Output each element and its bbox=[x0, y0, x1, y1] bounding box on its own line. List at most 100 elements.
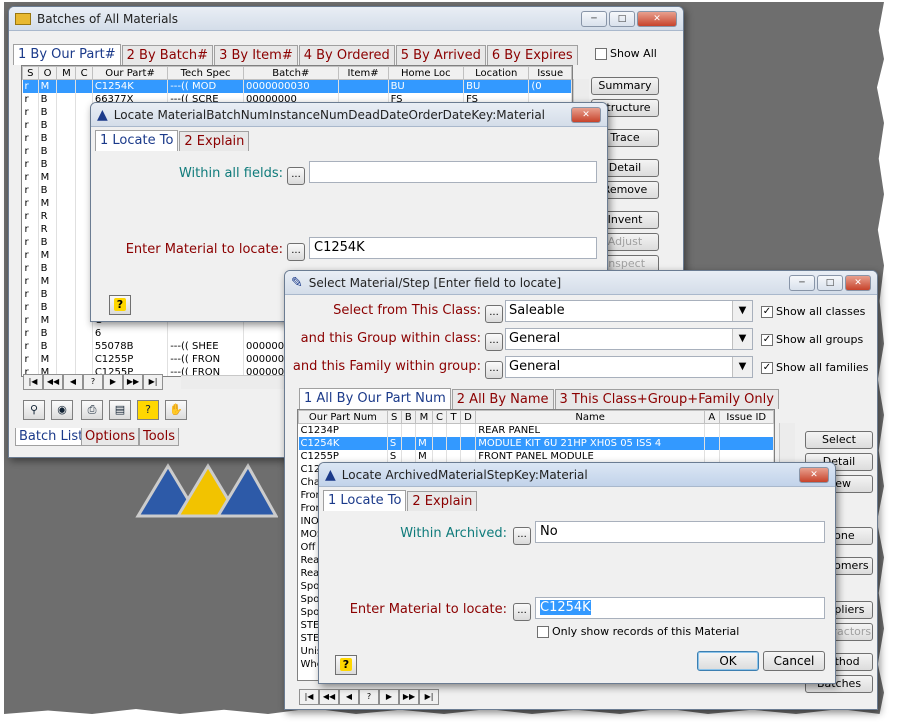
tab-tools[interactable]: Tools bbox=[139, 428, 180, 446]
column-header[interactable]: B bbox=[400, 410, 417, 424]
enter-material-field[interactable]: C1254K bbox=[309, 237, 597, 259]
tab-explain[interactable]: 2 Explain bbox=[179, 131, 250, 151]
prev-page-button[interactable]: ◀◀ bbox=[43, 374, 63, 390]
column-header[interactable]: D bbox=[459, 410, 477, 424]
close-button[interactable]: ✕ bbox=[571, 106, 601, 123]
within-field[interactable] bbox=[309, 161, 597, 183]
tab-by-batch[interactable]: 2 By Batch# bbox=[121, 45, 214, 65]
enter-material-picker-button[interactable]: ... bbox=[513, 603, 531, 621]
tab-class-group-family[interactable]: 3 This Class+Group+Family Only bbox=[554, 389, 779, 409]
help-button[interactable]: ? bbox=[335, 655, 357, 675]
show-all-classes-checkbox[interactable]: ✓ Show all classes bbox=[761, 305, 865, 318]
first-record-button[interactable]: |◀ bbox=[23, 374, 43, 390]
last-record-button[interactable]: ▶| bbox=[143, 374, 163, 390]
minimize-button[interactable]: ─ bbox=[581, 10, 607, 27]
column-header[interactable]: C bbox=[431, 410, 448, 424]
family-picker-button[interactable]: ... bbox=[485, 361, 503, 379]
tab-by-arrived[interactable]: 5 By Arrived bbox=[395, 45, 486, 65]
prev-record-button[interactable]: ◀ bbox=[339, 689, 359, 705]
family-select[interactable]: General ▼ bbox=[505, 356, 753, 378]
column-header[interactable]: Location bbox=[463, 66, 530, 80]
column-header[interactable]: M bbox=[56, 66, 77, 80]
next-page-button[interactable]: ▶▶ bbox=[399, 689, 419, 705]
chevron-down-icon[interactable]: ▼ bbox=[732, 329, 752, 349]
tab-all-by-name[interactable]: 2 All By Name bbox=[451, 389, 554, 409]
binoculars-icon[interactable]: ◉ bbox=[51, 400, 73, 420]
chevron-down-icon[interactable]: ▼ bbox=[732, 357, 752, 377]
table-row[interactable]: C1234P REAR PANEL bbox=[298, 423, 774, 437]
search-icon[interactable]: ⚲ bbox=[23, 400, 45, 420]
table-row[interactable]: r M C1254K ---(( MOD 0000000030 BU BU (0 bbox=[22, 79, 572, 93]
query-button[interactable]: ? bbox=[359, 689, 379, 705]
group-picker-button[interactable]: ... bbox=[485, 333, 503, 351]
last-record-button[interactable]: ▶| bbox=[419, 689, 439, 705]
print-icon[interactable]: ⎙ bbox=[81, 400, 103, 420]
tab-explain[interactable]: 2 Explain bbox=[407, 491, 478, 511]
show-all-classes-box[interactable]: ✓ bbox=[761, 305, 773, 318]
report-icon[interactable]: ▤ bbox=[109, 400, 131, 420]
table-row[interactable]: C1255P S M FRONT PANEL MODULE bbox=[298, 449, 774, 463]
next-page-button[interactable]: ▶▶ bbox=[123, 374, 143, 390]
tab-by-ordered[interactable]: 4 By Ordered bbox=[298, 45, 395, 65]
maximize-button[interactable]: □ bbox=[817, 274, 843, 291]
batches-titlebar[interactable]: Batches of All Materials ─ □ ✕ bbox=[9, 7, 683, 31]
query-button[interactable]: ? bbox=[83, 374, 103, 390]
show-all-checkbox[interactable]: Show All bbox=[595, 47, 657, 60]
prev-page-button[interactable]: ◀◀ bbox=[319, 689, 339, 705]
column-header[interactable]: A bbox=[704, 410, 720, 424]
show-all-families-checkbox[interactable]: ✓ Show all families bbox=[761, 361, 869, 374]
locate-archived-titlebar[interactable]: ▲ Locate ArchivedMaterialStepKey:Materia… bbox=[319, 463, 835, 487]
tab-all-by-part-num[interactable]: 1 All By Our Part Num bbox=[299, 388, 451, 409]
column-header[interactable]: Our Part# bbox=[91, 66, 169, 80]
next-record-button[interactable]: ▶ bbox=[103, 374, 123, 390]
minimize-button[interactable]: ─ bbox=[789, 274, 815, 291]
tab-locate-to[interactable]: 1 Locate To bbox=[323, 490, 407, 511]
column-header[interactable]: T bbox=[446, 410, 461, 424]
close-button[interactable]: ✕ bbox=[637, 10, 677, 27]
first-record-button[interactable]: |◀ bbox=[299, 689, 319, 705]
show-all-groups-box[interactable]: ✓ bbox=[761, 333, 773, 346]
help-button[interactable]: ? bbox=[109, 295, 131, 315]
enter-picker-button[interactable]: ... bbox=[287, 243, 305, 261]
within-archived-field[interactable]: No bbox=[535, 521, 825, 543]
show-all-families-box[interactable]: ✓ bbox=[761, 361, 773, 374]
column-header[interactable]: Our Part Num bbox=[298, 410, 388, 424]
ok-button[interactable]: OK bbox=[697, 651, 759, 671]
maximize-button[interactable]: □ bbox=[609, 10, 635, 27]
tab-by-expires[interactable]: 6 By Expires bbox=[486, 45, 578, 65]
class-select[interactable]: Saleable ▼ bbox=[505, 300, 753, 322]
handshake-icon[interactable]: ✋ bbox=[165, 400, 187, 420]
class-picker-button[interactable]: ... bbox=[485, 305, 503, 323]
enter-material-field[interactable]: C1254K bbox=[535, 597, 825, 619]
close-button[interactable]: ✕ bbox=[799, 466, 829, 483]
close-button[interactable]: ✕ bbox=[845, 274, 871, 291]
table-row[interactable]: C1254K S M MODULE KIT 6U 21HP XH0S 05 ISS 4 bbox=[298, 436, 774, 450]
column-header[interactable]: Issue bbox=[528, 66, 572, 80]
group-select[interactable]: General ▼ bbox=[505, 328, 753, 350]
column-header[interactable]: Issue ID bbox=[718, 410, 774, 424]
show-all-groups-checkbox[interactable]: ✓ Show all groups bbox=[761, 333, 863, 346]
column-header[interactable]: Item# bbox=[337, 66, 389, 80]
locate-batch-titlebar[interactable]: ▲ Locate MaterialBatchNumInstanceNumDead… bbox=[91, 103, 607, 127]
select-material-titlebar[interactable]: ✎ Select Material/Step [Enter field to l… bbox=[285, 271, 877, 295]
column-header[interactable]: Name bbox=[475, 410, 706, 424]
next-record-button[interactable]: ▶ bbox=[379, 689, 399, 705]
tab-options[interactable]: Options bbox=[81, 428, 140, 446]
column-header[interactable]: Batch# bbox=[242, 66, 339, 80]
chevron-down-icon[interactable]: ▼ bbox=[732, 301, 752, 321]
summary-button[interactable]: Summary bbox=[591, 77, 659, 95]
column-header[interactable]: S bbox=[22, 66, 39, 80]
tab-by-our-part[interactable]: 1 By Our Part# bbox=[13, 44, 121, 65]
within-picker-button[interactable]: ... bbox=[287, 167, 305, 185]
tab-batch-list[interactable]: Batch List bbox=[15, 428, 88, 446]
cancel-button[interactable]: Cancel bbox=[763, 651, 825, 671]
column-header[interactable]: C bbox=[75, 66, 93, 80]
column-header[interactable]: Home Loc bbox=[387, 66, 465, 80]
column-header[interactable]: M bbox=[415, 410, 433, 424]
only-show-box[interactable] bbox=[537, 625, 549, 638]
column-header[interactable]: Tech Spec bbox=[167, 66, 244, 80]
only-show-checkbox[interactable]: Only show records of this Material bbox=[537, 625, 739, 638]
column-header[interactable]: S bbox=[386, 410, 402, 424]
tab-locate-to[interactable]: 1 Locate To bbox=[95, 130, 179, 151]
column-header[interactable]: O bbox=[37, 66, 58, 80]
